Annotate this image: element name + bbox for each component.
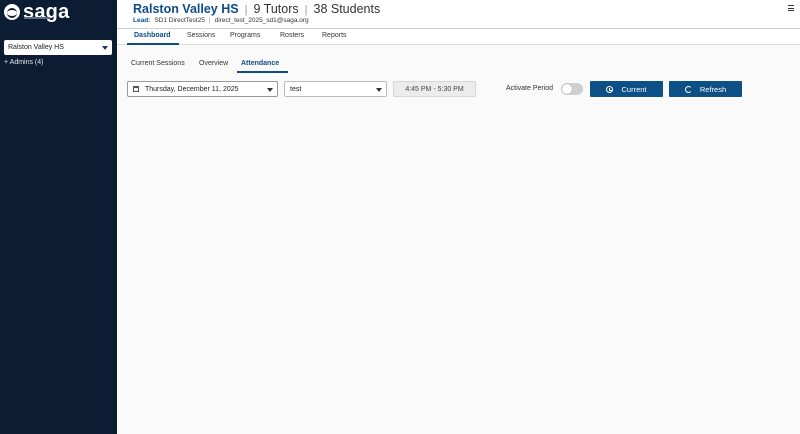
tab-sessions[interactable]: Sessions <box>187 32 215 39</box>
activate-period-toggle[interactable] <box>561 83 583 95</box>
lead-label: Lead: <box>133 17 151 24</box>
title-separator: | <box>304 4 308 16</box>
current-button[interactable]: Current <box>590 81 663 97</box>
saga-logo-icon <box>4 4 20 20</box>
toggle-knob <box>562 84 572 94</box>
page-header: Ralston Valley HS | 9 Tutors | 38 Studen… <box>117 0 800 29</box>
refresh-button[interactable]: Refresh <box>669 81 742 97</box>
current-button-label: Current <box>621 84 647 94</box>
school-name: Ralston Valley HS <box>133 2 239 16</box>
activate-period-label: Activate Period <box>506 85 554 92</box>
tab-dashboard[interactable]: Dashboard <box>134 32 171 39</box>
main-nav: Dashboard Sessions Programs Rosters Repo… <box>117 29 800 45</box>
refresh-button-label: Refresh <box>699 84 727 94</box>
lead-info: Lead: SD1 DirectTest25 | direct_test_202… <box>133 17 309 24</box>
chevron-down-icon <box>267 88 273 92</box>
active-tab-indicator <box>127 43 179 45</box>
title-separator: | <box>244 4 248 16</box>
sidebar: saga Ralston Valley HS + Admins (4) <box>0 0 117 434</box>
menu-icon[interactable] <box>788 5 794 11</box>
lead-separator: | <box>208 17 211 24</box>
school-select-value: Ralston Valley HS <box>8 44 64 51</box>
refresh-icon <box>684 85 692 93</box>
student-count: 38 Students <box>313 2 381 16</box>
date-value: Thursday, December 11, 2025 <box>145 85 239 93</box>
chevron-down-icon <box>102 45 108 50</box>
page-title: Ralston Valley HS | 9 Tutors | 38 Studen… <box>133 2 380 16</box>
period-value: test <box>290 85 302 93</box>
date-picker[interactable]: Thursday, December 11, 2025 <box>127 81 278 97</box>
admins-toggle[interactable]: + Admins (4) <box>4 59 44 66</box>
chevron-down-icon <box>376 88 382 92</box>
active-subtab-indicator <box>237 71 288 73</box>
clock-icon <box>606 85 614 93</box>
tab-rosters[interactable]: Rosters <box>280 32 304 39</box>
subtab-current-sessions[interactable]: Current Sessions <box>131 60 185 67</box>
subtab-overview[interactable]: Overview <box>199 60 228 67</box>
tab-reports[interactable]: Reports <box>322 32 347 39</box>
period-select[interactable]: test <box>284 81 387 97</box>
tutor-count: 9 Tutors <box>253 2 299 16</box>
calendar-icon <box>133 86 139 92</box>
lead-email: direct_test_2025_sd1@saga.org <box>214 17 309 24</box>
logo-tagline-mark <box>24 17 50 19</box>
tab-programs[interactable]: Programs <box>230 32 260 39</box>
school-select[interactable]: Ralston Valley HS <box>4 40 112 55</box>
time-range: 4:45 PM - 5:30 PM <box>393 81 476 97</box>
subtab-attendance[interactable]: Attendance <box>241 60 279 67</box>
lead-name: SD1 DirectTest25 <box>154 17 205 24</box>
